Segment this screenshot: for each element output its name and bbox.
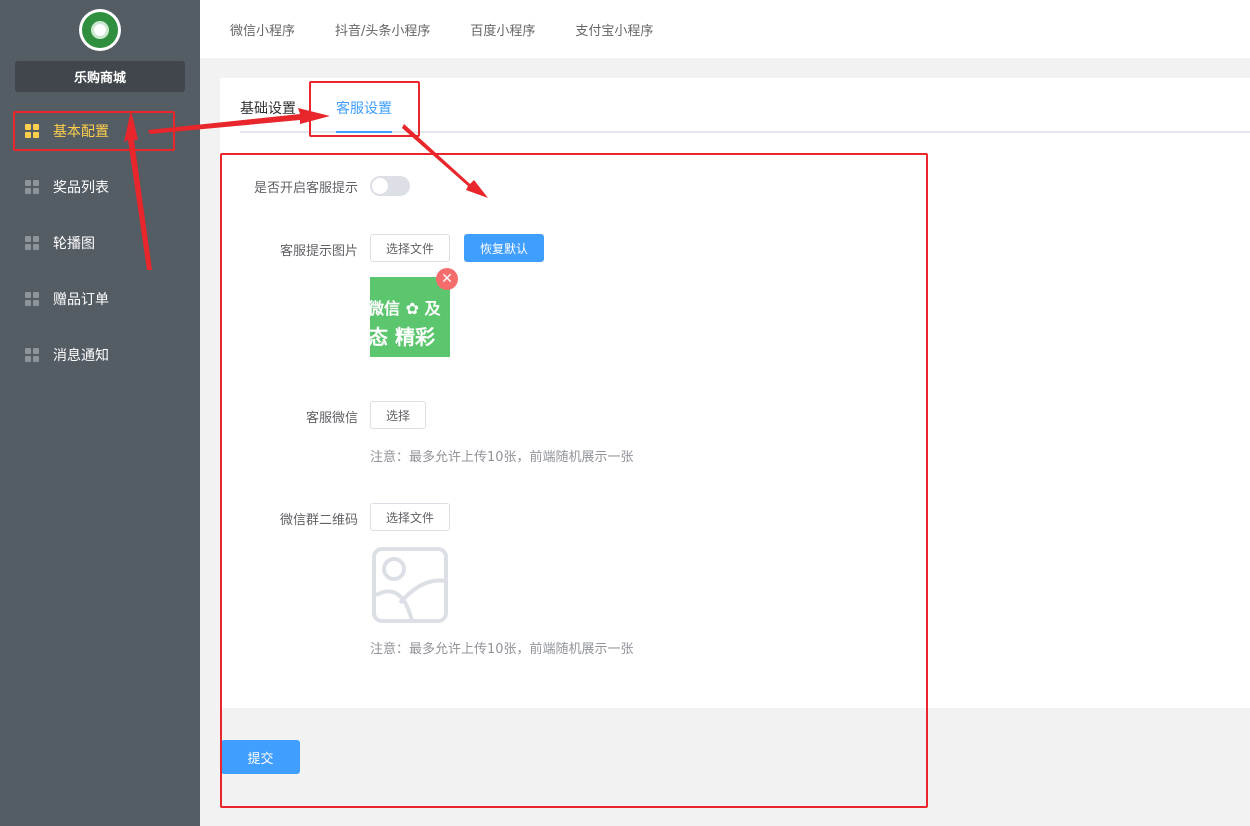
grid-icon (25, 180, 39, 194)
sidebar-item-carousel[interactable]: 轮播图 (0, 215, 200, 271)
shop-name: 乐购商城 (15, 61, 185, 92)
sidebar-item-label: 轮播图 (53, 236, 95, 252)
tab-baidu-miniprogram[interactable]: 百度小程序 (470, 20, 535, 39)
sidebar-item-gift-orders[interactable]: 赠品订单 (0, 271, 200, 327)
platform-tabs: 微信小程序 抖音/头条小程序 百度小程序 支付宝小程序 (200, 0, 1250, 58)
tab-douyin-miniprogram[interactable]: 抖音/头条小程序 (335, 20, 430, 39)
grid-icon (25, 236, 39, 250)
grid-icon (25, 348, 39, 362)
shop-logo (79, 9, 121, 51)
tab-wechat-miniprogram[interactable]: 微信小程序 (230, 20, 295, 39)
annotation-box-sidebar (13, 111, 175, 151)
logo-wrap (0, 0, 200, 60)
logo-core (91, 21, 109, 39)
annotation-box-tab (309, 81, 420, 137)
sidebar-item-prize-list[interactable]: 奖品列表 (0, 159, 200, 215)
sidebar-item-label: 消息通知 (53, 348, 109, 364)
tab-basic-settings[interactable]: 基础设置 (240, 98, 296, 118)
grid-icon (25, 292, 39, 306)
tab-alipay-miniprogram[interactable]: 支付宝小程序 (575, 20, 653, 39)
logo-emblem (82, 12, 118, 48)
sidebar-item-notifications[interactable]: 消息通知 (0, 327, 200, 383)
annotation-box-form (220, 153, 928, 808)
sidebar-item-label: 赠品订单 (53, 292, 109, 308)
sidebar-item-label: 奖品列表 (53, 180, 109, 196)
